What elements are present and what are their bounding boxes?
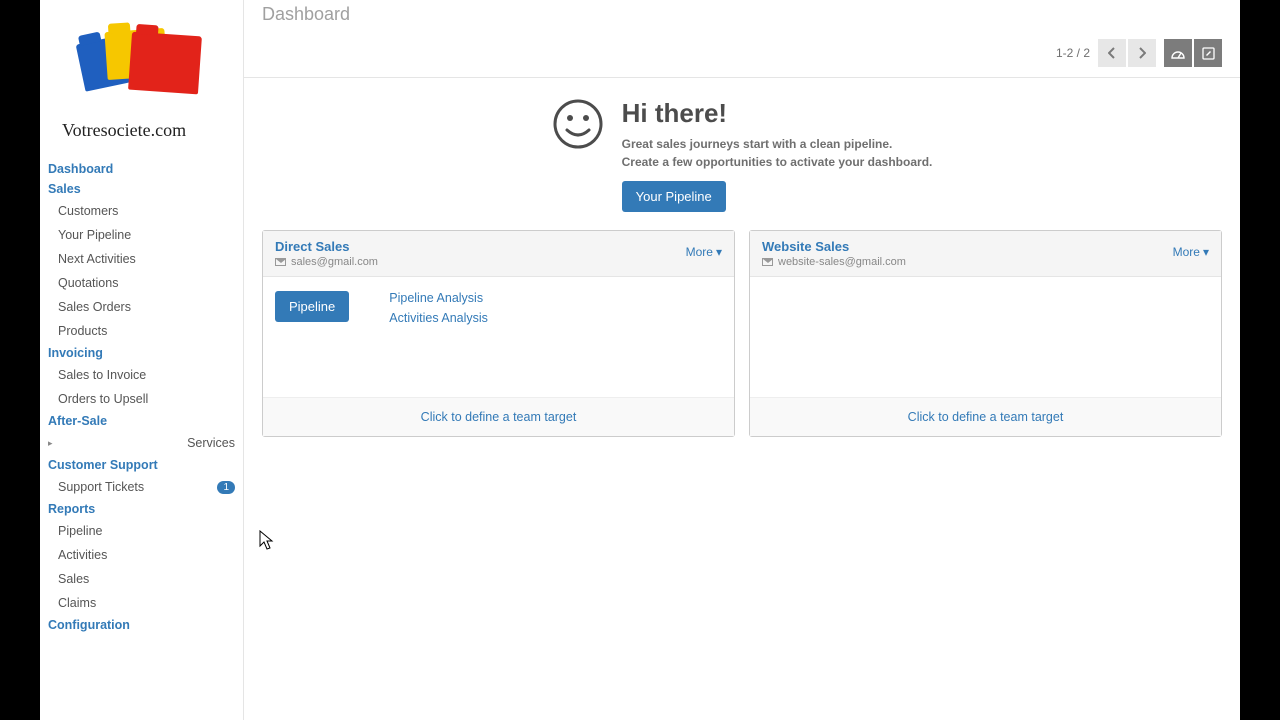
nav-item-sales-to-invoice[interactable]: Sales to Invoice bbox=[48, 363, 235, 387]
card-website-sales: Website Sales website-sales@gmail.com Mo… bbox=[749, 230, 1222, 437]
smiley-icon bbox=[552, 98, 604, 150]
pager-prev-button[interactable] bbox=[1098, 39, 1126, 67]
welcome-title: Hi there! bbox=[622, 98, 933, 129]
mail-icon bbox=[762, 258, 773, 266]
dashboard-icon bbox=[1171, 47, 1185, 59]
sidebar: Votresociete.com Dashboard Sales Custome… bbox=[40, 0, 244, 720]
caret-down-icon: ▾ bbox=[1203, 245, 1209, 259]
card-email-text: website-sales@gmail.com bbox=[778, 256, 906, 268]
card-email: website-sales@gmail.com bbox=[762, 256, 906, 268]
dashboard-view-button[interactable] bbox=[1164, 39, 1192, 67]
nav-item-support-tickets[interactable]: Support Tickets 1 bbox=[48, 475, 235, 499]
more-dropdown[interactable]: More ▾ bbox=[686, 245, 722, 259]
your-pipeline-button[interactable]: Your Pipeline bbox=[622, 181, 726, 212]
define-target-link[interactable]: Click to define a team target bbox=[263, 397, 734, 436]
nav-section-after-sale[interactable]: After-Sale bbox=[48, 411, 235, 431]
nav-item-support-tickets-label: Support Tickets bbox=[58, 480, 144, 494]
more-dropdown[interactable]: More ▾ bbox=[1173, 245, 1209, 259]
nav-section-configuration[interactable]: Configuration bbox=[48, 615, 235, 635]
cards-row: Direct Sales sales@gmail.com More ▾ bbox=[244, 230, 1240, 455]
nav[interactable]: Dashboard Sales Customers Your Pipeline … bbox=[40, 145, 243, 720]
pipeline-analysis-link[interactable]: Pipeline Analysis bbox=[389, 291, 488, 305]
nav-item-quotations[interactable]: Quotations bbox=[48, 271, 235, 295]
pager-next-button[interactable] bbox=[1128, 39, 1156, 67]
more-label: More bbox=[1173, 245, 1200, 259]
nav-item-orders-to-upsell[interactable]: Orders to Upsell bbox=[48, 387, 235, 411]
chevron-right-icon bbox=[1138, 47, 1146, 59]
welcome-line1: Great sales journeys start with a clean … bbox=[622, 135, 933, 153]
view-buttons bbox=[1164, 39, 1222, 67]
card-title[interactable]: Website Sales bbox=[762, 239, 906, 254]
pipeline-button[interactable]: Pipeline bbox=[275, 291, 349, 322]
nav-item-customers[interactable]: Customers bbox=[48, 199, 235, 223]
pager-buttons bbox=[1098, 39, 1156, 67]
activities-analysis-link[interactable]: Activities Analysis bbox=[389, 311, 488, 325]
nav-section-invoicing[interactable]: Invoicing bbox=[48, 343, 235, 363]
nav-item-report-claims[interactable]: Claims bbox=[48, 591, 235, 615]
card-email-text: sales@gmail.com bbox=[291, 256, 378, 268]
nav-item-your-pipeline[interactable]: Your Pipeline bbox=[48, 223, 235, 247]
nav-item-services[interactable]: Services bbox=[48, 431, 235, 455]
nav-item-sales-orders[interactable]: Sales Orders bbox=[48, 295, 235, 319]
welcome-line2: Create a few opportunities to activate y… bbox=[622, 153, 933, 171]
support-tickets-badge: 1 bbox=[217, 481, 235, 494]
nav-item-products[interactable]: Products bbox=[48, 319, 235, 343]
nav-item-next-activities[interactable]: Next Activities bbox=[48, 247, 235, 271]
chevron-left-icon bbox=[1108, 47, 1116, 59]
define-target-link[interactable]: Click to define a team target bbox=[750, 397, 1221, 436]
edit-icon bbox=[1202, 47, 1215, 60]
card-direct-sales: Direct Sales sales@gmail.com More ▾ bbox=[262, 230, 735, 437]
edit-view-button[interactable] bbox=[1194, 39, 1222, 67]
main: Dashboard 1-2 / 2 bbox=[244, 0, 1240, 720]
welcome-banner: Hi there! Great sales journeys start wit… bbox=[244, 78, 1240, 230]
more-label: More bbox=[686, 245, 713, 259]
page-title: Dashboard bbox=[262, 4, 350, 25]
nav-section-sales[interactable]: Sales bbox=[48, 179, 235, 199]
card-title[interactable]: Direct Sales bbox=[275, 239, 378, 254]
nav-item-services-label: Services bbox=[187, 436, 235, 450]
logo-image bbox=[72, 10, 212, 120]
nav-item-report-pipeline[interactable]: Pipeline bbox=[48, 519, 235, 543]
nav-section-dashboard[interactable]: Dashboard bbox=[48, 159, 235, 179]
logo-text: Votresociete.com bbox=[48, 120, 235, 141]
logo-area: Votresociete.com bbox=[40, 0, 243, 145]
mail-icon bbox=[275, 258, 286, 266]
nav-section-reports[interactable]: Reports bbox=[48, 499, 235, 519]
card-email: sales@gmail.com bbox=[275, 256, 378, 268]
caret-down-icon: ▾ bbox=[716, 245, 722, 259]
nav-item-report-activities[interactable]: Activities bbox=[48, 543, 235, 567]
pager-text: 1-2 / 2 bbox=[1056, 46, 1090, 60]
pager-row: 1-2 / 2 bbox=[244, 25, 1240, 77]
nav-section-customer-support[interactable]: Customer Support bbox=[48, 455, 235, 475]
nav-item-report-sales[interactable]: Sales bbox=[48, 567, 235, 591]
